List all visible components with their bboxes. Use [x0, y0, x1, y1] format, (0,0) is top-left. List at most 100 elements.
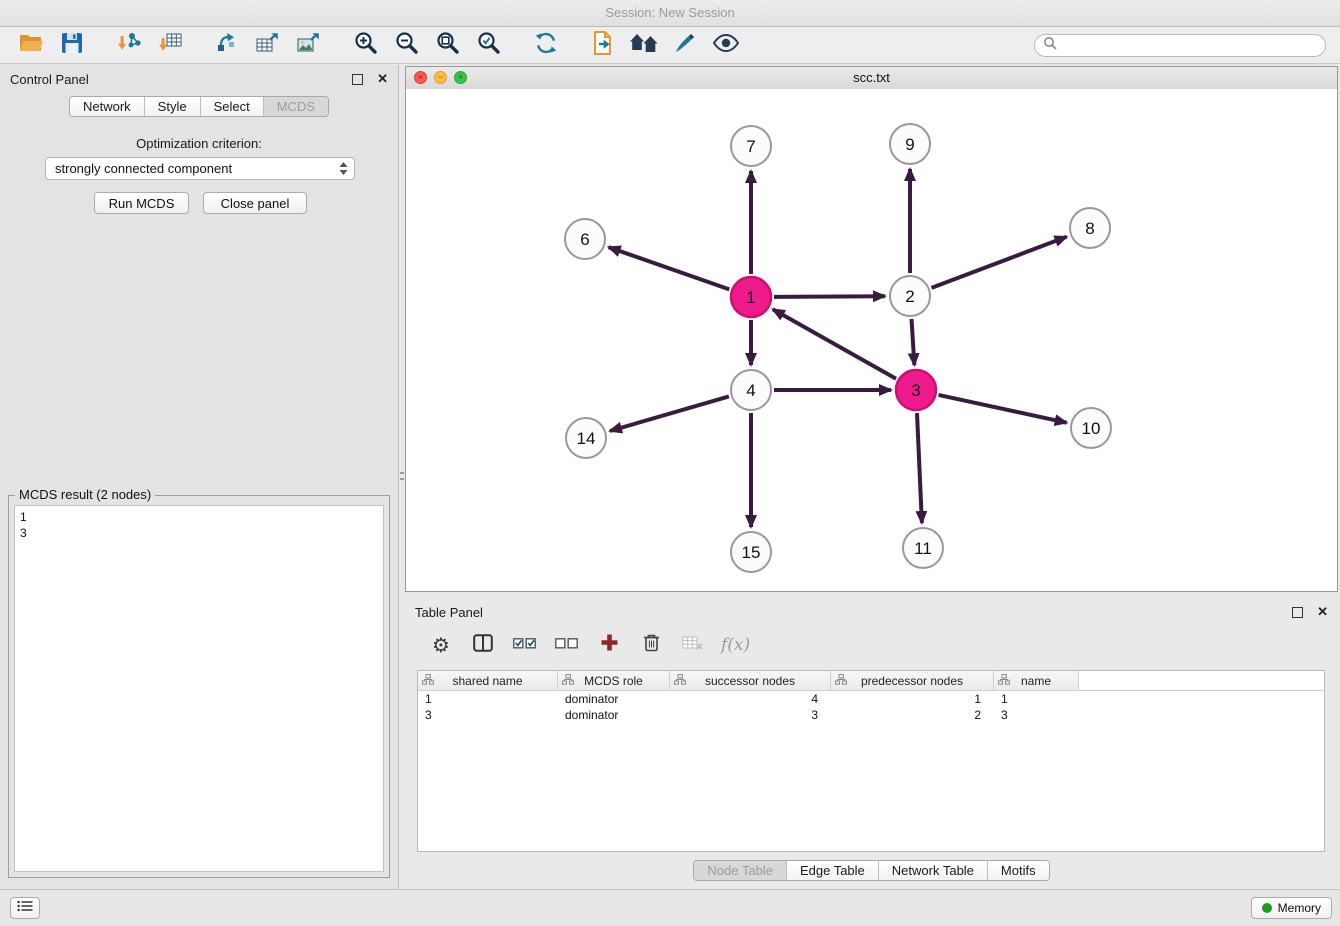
- close-panel-icon[interactable]: ✕: [377, 71, 388, 87]
- column-header-successor-nodes[interactable]: successor nodes: [670, 671, 831, 690]
- function-builder-button-disabled[interactable]: f(x): [721, 631, 750, 659]
- optimization-dropdown-value: strongly connected component: [55, 161, 232, 176]
- style-paint-icon: [673, 31, 697, 60]
- export-table-button[interactable]: [247, 30, 288, 60]
- delete-column-button[interactable]: [637, 631, 665, 659]
- mcds-result-groupbox: MCDS result (2 nodes) 13: [8, 495, 390, 878]
- optimization-dropdown[interactable]: strongly connected component: [45, 157, 355, 180]
- table-header-row: shared nameMCDS rolesuccessor nodesprede…: [418, 671, 1324, 691]
- import-table-icon: [157, 31, 183, 60]
- close-panel-button[interactable]: Close panel: [203, 192, 307, 214]
- zoom-out-button[interactable]: [386, 30, 427, 60]
- graph-edge-2-8[interactable]: [932, 237, 1067, 288]
- memory-status-icon: [1262, 903, 1272, 913]
- zoom-selected-button[interactable]: [468, 30, 509, 60]
- cell-predecessor-nodes[interactable]: 2: [831, 708, 994, 722]
- tab-network[interactable]: Network: [70, 97, 144, 116]
- fx-icon: f(x): [721, 635, 750, 655]
- cell-name[interactable]: 1: [994, 692, 1079, 706]
- tab-edge-table[interactable]: Edge Table: [786, 861, 878, 880]
- zoom-in-button[interactable]: [345, 30, 386, 60]
- table-row[interactable]: 3dominator323: [418, 707, 1324, 723]
- graph-node-label-2: 2: [905, 287, 914, 306]
- export-image-button[interactable]: [288, 30, 329, 60]
- cell-successor-nodes[interactable]: 4: [670, 692, 831, 706]
- float-panel-icon[interactable]: [352, 74, 363, 85]
- column-header-shared-name[interactable]: shared name: [418, 671, 558, 690]
- float-table-panel-icon[interactable]: [1292, 607, 1303, 618]
- table-panel-title: Table Panel: [415, 605, 483, 620]
- list-icon: [17, 899, 33, 917]
- mcds-result-item[interactable]: 1: [20, 509, 378, 525]
- open-session-button[interactable]: [10, 30, 51, 60]
- create-column-button[interactable]: [595, 631, 623, 659]
- column-header-name[interactable]: name: [994, 671, 1079, 690]
- minimize-window-button[interactable]: −: [434, 71, 447, 84]
- network-canvas[interactable]: 7968124314101511: [406, 89, 1337, 591]
- save-session-button[interactable]: [51, 30, 92, 60]
- run-mcds-button[interactable]: Run MCDS: [94, 192, 189, 214]
- graph-edge-3-10[interactable]: [939, 395, 1067, 423]
- table-panel: Table Panel ✕ ⚙: [405, 598, 1338, 890]
- zoom-fit-icon: [435, 30, 461, 61]
- style-paint-button[interactable]: [664, 30, 705, 60]
- cell-mcds-role[interactable]: dominator: [558, 692, 670, 706]
- network-overview-button[interactable]: [623, 30, 664, 60]
- close-table-panel-icon[interactable]: ✕: [1317, 604, 1328, 620]
- zoom-fit-button[interactable]: [427, 30, 468, 60]
- status-bar: Memory: [0, 889, 1340, 926]
- graph-edge-3-1[interactable]: [773, 309, 896, 378]
- graph-edge-1-2[interactable]: [774, 296, 885, 297]
- tab-network-table[interactable]: Network Table: [878, 861, 987, 880]
- import-table-button[interactable]: [149, 30, 190, 60]
- cell-shared-name[interactable]: 3: [418, 708, 558, 722]
- zoom-window-button[interactable]: +: [454, 71, 467, 84]
- network-graph[interactable]: 7968124314101511: [406, 89, 1337, 591]
- close-window-button[interactable]: ×: [414, 71, 427, 84]
- graph-edge-4-14[interactable]: [610, 396, 729, 431]
- memory-label: Memory: [1278, 901, 1321, 915]
- mcds-result-item[interactable]: 3: [20, 525, 378, 541]
- cell-predecessor-nodes[interactable]: 1: [831, 692, 994, 706]
- import-network-button[interactable]: [108, 30, 149, 60]
- cell-name[interactable]: 3: [994, 708, 1079, 722]
- graph-edge-2-3[interactable]: [912, 319, 915, 365]
- delete-table-button-disabled[interactable]: [679, 631, 707, 659]
- export-network-button[interactable]: [206, 30, 247, 60]
- tab-style[interactable]: Style: [144, 97, 200, 116]
- share-document-button[interactable]: [582, 30, 623, 60]
- search-box[interactable]: [1034, 34, 1326, 57]
- graph-edge-3-11[interactable]: [917, 413, 922, 523]
- task-history-button[interactable]: [10, 897, 40, 919]
- column-header-mcds-role[interactable]: MCDS role: [558, 671, 670, 690]
- window-title: Session: New Session: [0, 0, 1340, 27]
- delete-table-icon: [682, 635, 704, 656]
- graph-node-label-15: 15: [742, 543, 761, 562]
- cell-shared-name[interactable]: 1: [418, 692, 558, 706]
- control-panel-tabs: NetworkStyleSelectMCDS: [69, 96, 329, 117]
- graph-node-label-10: 10: [1082, 419, 1101, 438]
- network-window-titlebar[interactable]: ×−+ scc.txt: [406, 67, 1337, 90]
- import-network-icon: [116, 31, 142, 60]
- tab-node-table[interactable]: Node Table: [694, 861, 786, 880]
- select-all-columns-button[interactable]: [511, 631, 539, 659]
- column-tree-icon: [998, 674, 1010, 688]
- refresh-button[interactable]: [525, 30, 566, 60]
- show-columns-button[interactable]: [469, 631, 497, 659]
- tab-select[interactable]: Select: [200, 97, 263, 116]
- share-document-icon: [591, 30, 615, 61]
- table-row[interactable]: 1dominator411: [418, 691, 1324, 707]
- search-input[interactable]: [1063, 37, 1317, 53]
- unselect-all-columns-button[interactable]: [553, 631, 581, 659]
- mcds-result-list[interactable]: 13: [14, 505, 384, 872]
- cell-mcds-role[interactable]: dominator: [558, 708, 670, 722]
- tab-motifs[interactable]: Motifs: [987, 861, 1049, 880]
- tab-mcds[interactable]: MCDS: [263, 97, 328, 116]
- table-settings-button[interactable]: ⚙: [427, 631, 455, 659]
- graph-edge-1-6[interactable]: [609, 247, 730, 289]
- column-header-predecessor-nodes[interactable]: predecessor nodes: [831, 671, 994, 690]
- show-graphics-button[interactable]: [705, 30, 746, 60]
- graph-node-label-14: 14: [577, 429, 596, 448]
- cell-successor-nodes[interactable]: 3: [670, 708, 831, 722]
- memory-button[interactable]: Memory: [1251, 897, 1332, 919]
